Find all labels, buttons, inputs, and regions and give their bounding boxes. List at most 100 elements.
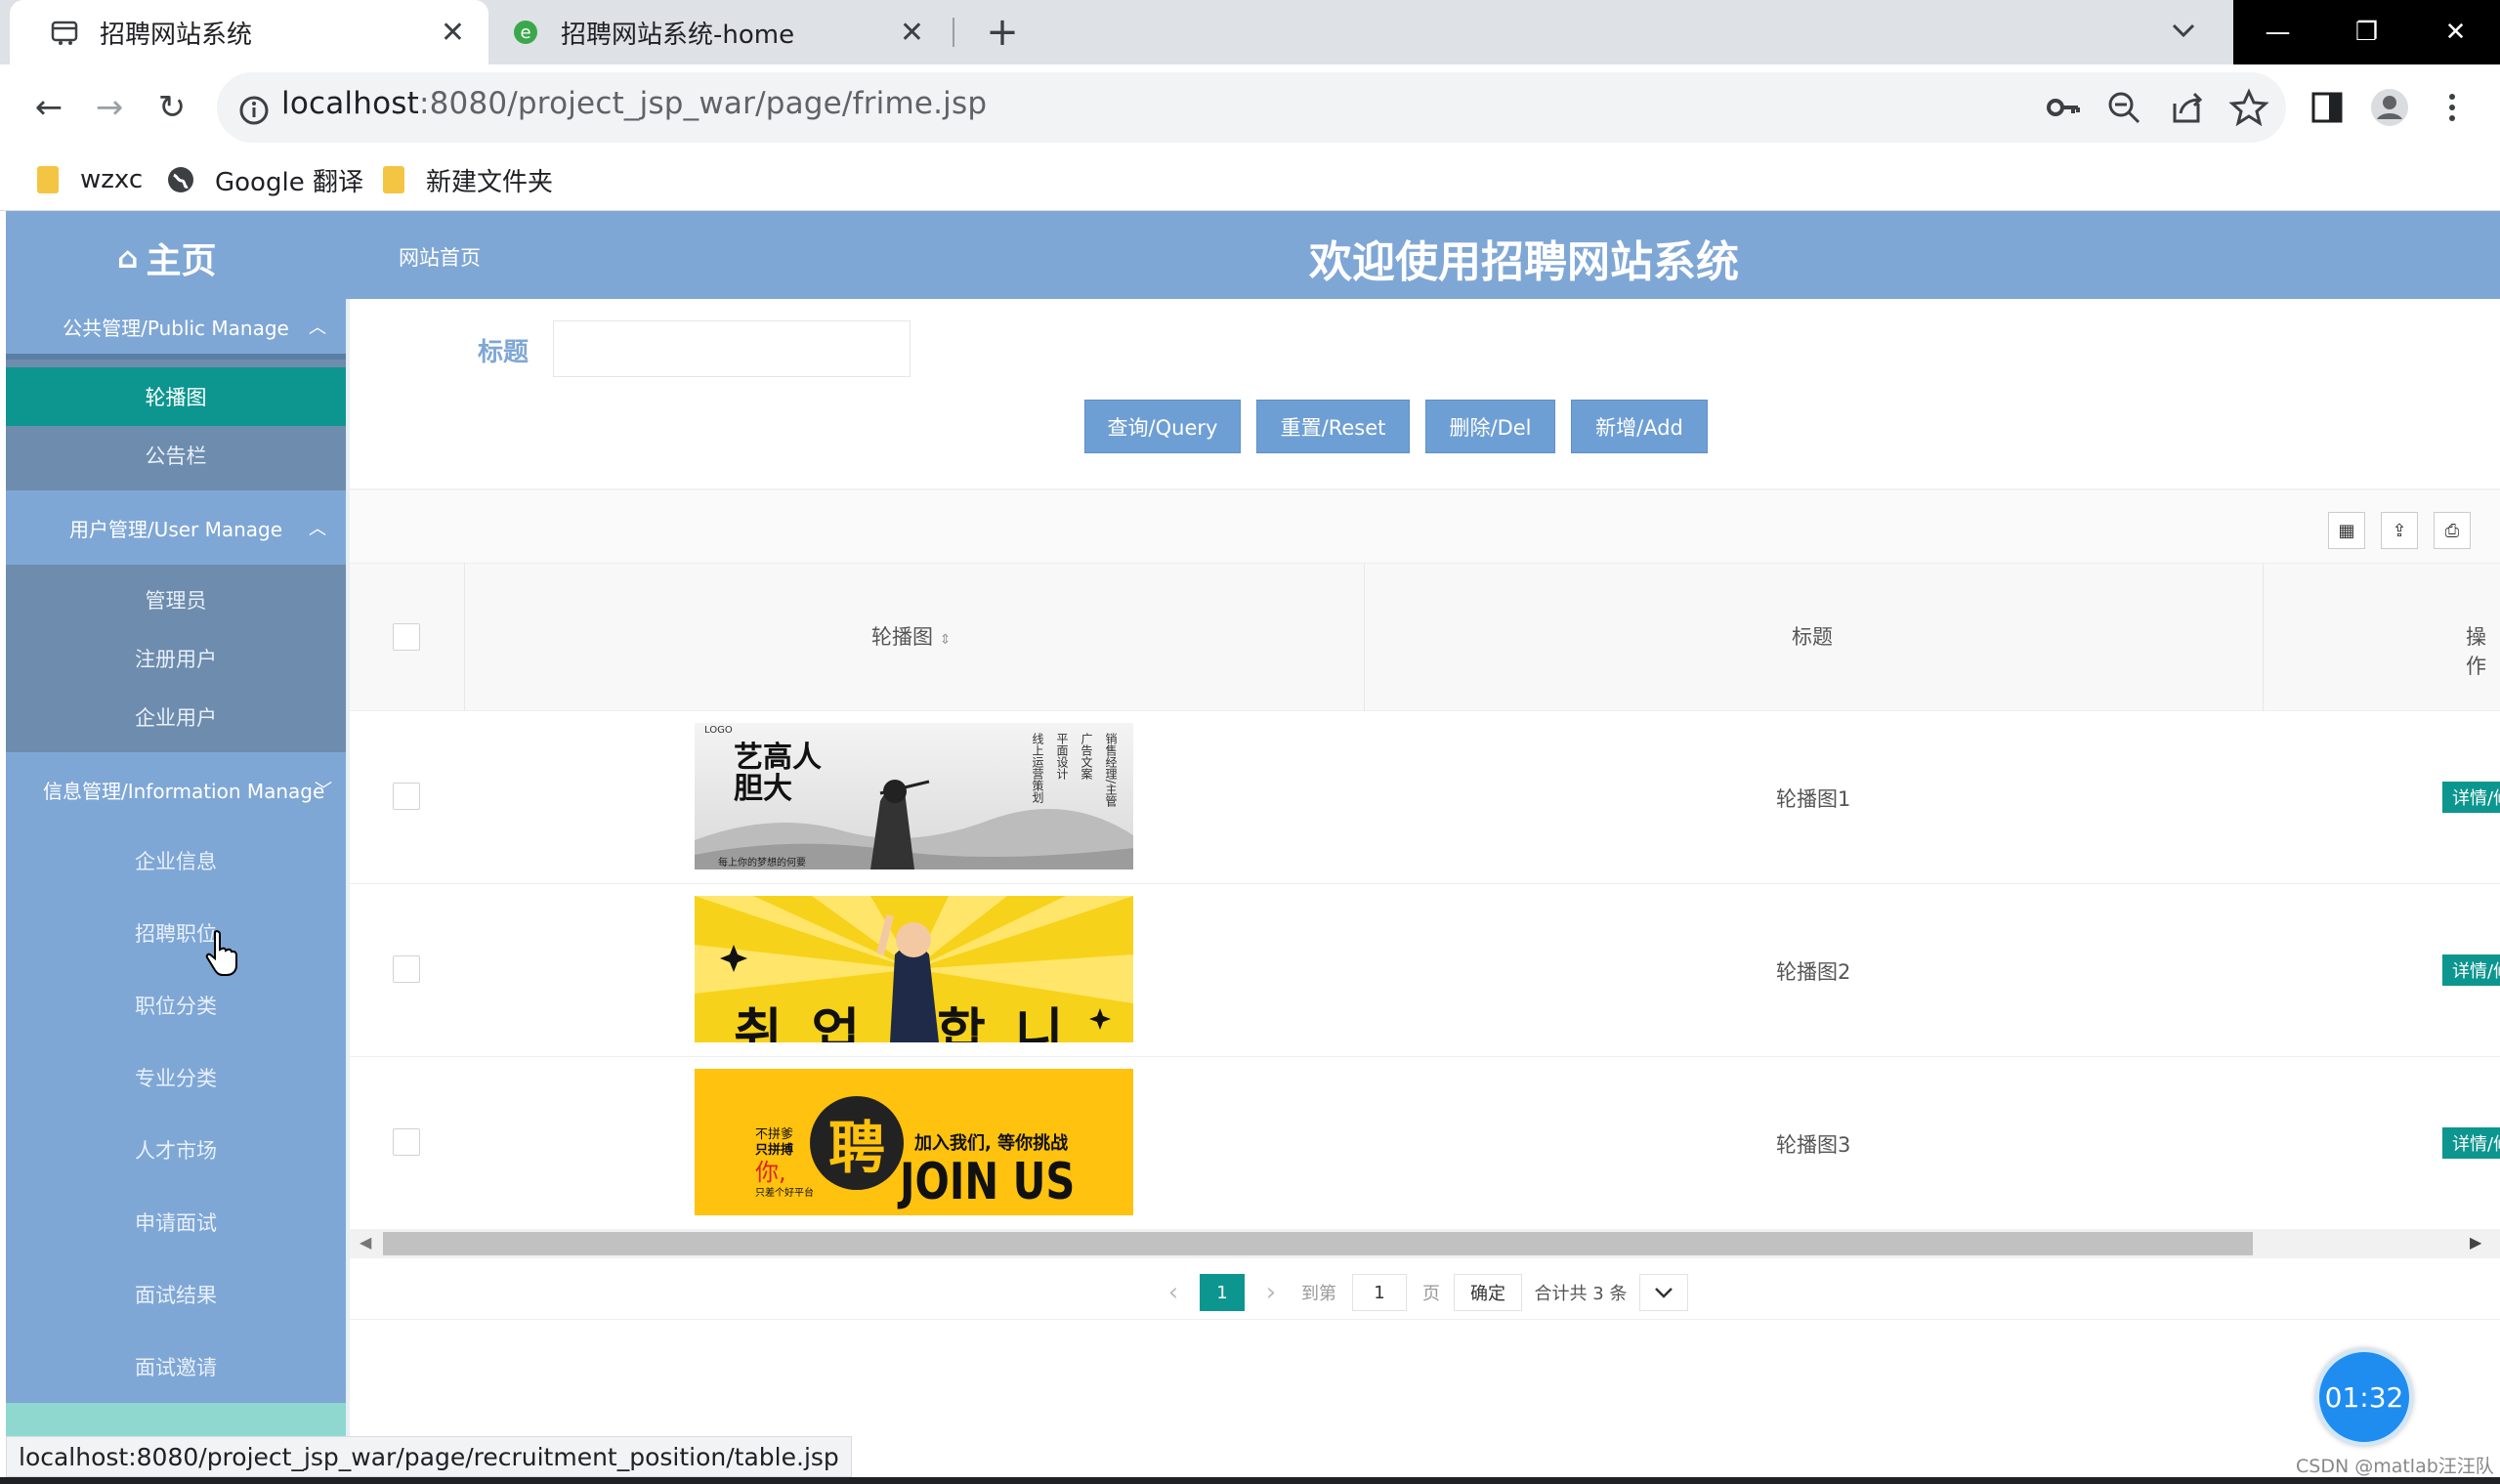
table-row [350,711,2500,884]
tab-title: 招聘网站系统 [100,20,253,50]
back-arrow-icon[interactable]: ← [27,86,70,129]
reload-icon[interactable]: ↻ [150,86,193,129]
menu-kebab-icon[interactable] [2431,86,2474,129]
zoom-out-icon[interactable] [2102,86,2145,129]
header-image[interactable]: 轮播图 ⇕ [871,621,951,651]
folder-icon [37,166,59,193]
tab-title: 招聘网站系统-home [561,20,795,50]
window-close-icon[interactable]: ✕ [2411,0,2500,64]
svg-text:e: e [520,22,530,43]
bookmark-wzxc[interactable]: wzxc [37,154,143,205]
bookmarks-bar [0,150,2500,211]
tab-inactive[interactable]: e 招聘网站系统-home ✕ [488,0,948,64]
banner-small-text: 每上你的梦想的何要 [718,858,806,869]
sidebar-item-interview-invite[interactable]: 面试邀请 [6,1333,346,1401]
key-icon[interactable] [2042,86,2085,129]
banner-job-list: 销售经理/主管 广告文案 平面设计 线上运营策划 [1031,733,1118,808]
pager-current-page[interactable]: 1 [1200,1274,1245,1311]
sidebar-group-user[interactable]: 用户管理/User Manage ︿ [6,490,346,565]
row-title: 轮播图2 [1776,960,1851,984]
detail-edit-button[interactable]: 详情/修改 [2442,1127,2500,1159]
carousel-image-2[interactable]: 취업 합니다 [695,896,1133,1042]
app-header [6,211,2500,299]
recording-timer: 01:32 [2315,1348,2413,1446]
sidebar-group-info[interactable]: 信息管理/Information Manage ﹀ [6,752,346,827]
home-link[interactable]: ⌂ 主页 [117,233,217,283]
scroll-right-arrow-icon[interactable]: ▶ [2470,1233,2481,1251]
row-checkbox[interactable] [393,1128,420,1156]
sidebar-group-public[interactable]: 公共管理/Public Manage ︿ [6,299,346,354]
share-icon[interactable] [2165,86,2208,129]
bookmark-star-icon[interactable] [2227,86,2270,129]
search-title-input[interactable] [553,320,911,377]
pager-divider [350,1319,2500,1320]
tab-separator [953,18,954,47]
search-title-label: 标题 [478,338,530,367]
globe-icon [168,167,193,192]
header-ops: 操作 [2466,625,2486,678]
detail-edit-button[interactable]: 详情/修改 [2442,782,2500,813]
minimize-icon[interactable]: — [2233,0,2322,64]
scroll-left-arrow-icon[interactable]: ◀ [360,1233,371,1251]
sidebar-item-apply-interview[interactable]: 申请面试 [6,1188,346,1256]
row-checkbox[interactable] [393,955,420,983]
url-text[interactable]: localhost:8080/project_jsp_war/page/frim… [281,86,987,121]
restore-icon[interactable]: ❐ [2322,0,2411,64]
window-controls: — ❐ ✕ [2233,0,2500,64]
sidebar-submenu-user: 管理员 注册用户 企业用户 [6,565,346,752]
pager-confirm-button[interactable]: 确定 [1454,1274,1522,1311]
browser-tab-bar: 招聘网站系统 ✕ e 招聘网站系统-home ✕ + — ❐ ✕ [0,0,2500,64]
row-checkbox[interactable] [393,783,420,810]
home-icon: ⌂ [117,240,139,276]
sidebar-item-registered-user[interactable]: 注册用户 [6,629,346,688]
app-title: 欢迎使用招聘网站系统 [1309,237,1739,287]
delete-button[interactable]: 删除/Del [1425,400,1555,453]
pager-goto-input[interactable]: 1 [1352,1274,1407,1311]
site-home-link[interactable]: 网站首页 [399,242,481,272]
table-toolbar [350,490,2500,563]
sidebar-item-talent-market[interactable]: 人才市场 [6,1116,346,1184]
add-button[interactable]: 新增/Add [1571,400,1708,453]
carousel-image-1[interactable]: LOGO 艺高人胆大 销售经理/主管 广告文案 平面设计 线上运营策划 每上你的… [695,723,1133,869]
carousel-image-3[interactable]: 不拼爹 只拼搏 你, 只差个好平台 聘 加入我们, 等你挑战 JOIN US [695,1069,1133,1215]
side-panel-icon[interactable] [2306,86,2349,129]
sidebar-item-job-posting[interactable]: 招聘职位 [6,899,346,967]
folder-icon [383,166,404,193]
reset-button[interactable]: 重置/Reset [1256,400,1410,453]
sidebar-item-major-category[interactable]: 专业分类 [6,1043,346,1112]
columns-filter-icon[interactable]: ▦ [2328,512,2365,549]
banner-slogan: 艺高人胆大 [734,741,822,806]
forward-arrow-icon[interactable]: → [88,86,131,129]
sidebar-item-notice[interactable]: 公告栏 [6,426,346,485]
new-tab-plus-icon[interactable]: + [980,10,1025,55]
pager-size-dropdown[interactable] [1639,1274,1688,1311]
ie-favicon-icon: e [514,21,537,44]
query-button[interactable]: 查询/Query [1084,400,1241,453]
select-all-checkbox[interactable] [393,623,420,651]
print-icon[interactable]: ⎙ [2434,512,2471,549]
sidebar-item-carousel[interactable]: 轮播图 [6,367,346,426]
site-info-icon[interactable] [233,89,275,132]
pager-next-icon[interactable]: › [1256,1274,1286,1311]
bookmark-google-translate[interactable]: Google 翻译 [166,154,363,205]
banner-join-us: JOIN US [900,1153,1076,1211]
sidebar-item-interview-result[interactable]: 面试结果 [6,1260,346,1329]
banner-join-slogan: 加入我们, 等你挑战 [914,1133,1069,1154]
export-icon[interactable]: ⇪ [2381,512,2418,549]
detail-edit-button[interactable]: 详情/修改 [2442,954,2500,986]
sidebar-item-company-info[interactable]: 企业信息 [6,827,346,895]
table-row [350,884,2500,1057]
scrollbar-thumb[interactable] [383,1232,2253,1255]
tab-search-chevron-icon[interactable] [2164,12,2203,51]
pager-prev-icon[interactable]: ‹ [1159,1274,1188,1311]
tab-close-icon[interactable]: ✕ [441,16,465,50]
sidebar-item-company-user[interactable]: 企业用户 [6,688,346,746]
tab-close-icon[interactable]: ✕ [900,16,924,50]
sidebar-item-job-category[interactable]: 职位分类 [6,971,346,1039]
sidebar-item-admin[interactable]: 管理员 [6,571,346,629]
profile-avatar-icon[interactable] [2368,86,2411,129]
tab-active[interactable]: 招聘网站系统 ✕ [10,0,488,64]
watermark-text: CSDN @matlab汪汪队 [2296,1456,2494,1477]
sort-icon[interactable]: ⇕ [940,632,952,648]
bookmark-new-folder[interactable]: 新建文件夹 [383,154,553,205]
